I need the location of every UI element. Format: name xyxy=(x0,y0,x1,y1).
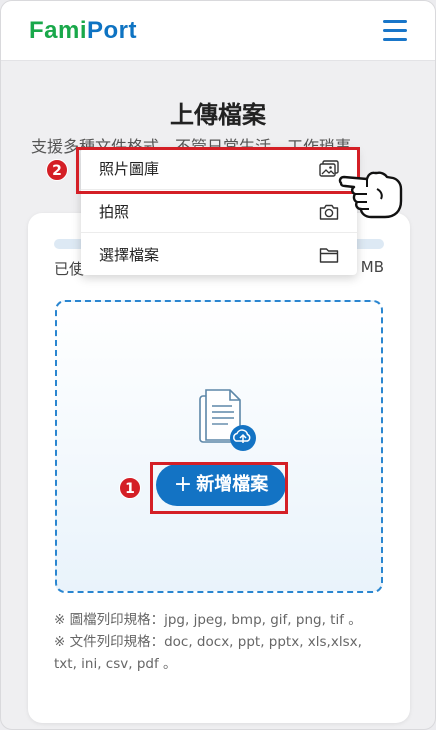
camera-icon xyxy=(319,204,339,220)
top-header: FamiPort xyxy=(1,1,435,61)
storage-unit-label: MB xyxy=(360,258,384,276)
menu-item-choose-file[interactable]: 選擇檔案 xyxy=(81,234,357,276)
step-2-badge: 2 xyxy=(46,159,68,181)
documents-upload-icon xyxy=(199,389,256,451)
logo-port-text: Port xyxy=(87,17,138,44)
app-screen: FamiPort 上傳檔案 支援多種文件格式，不管日常生活、工作瑣事, 已使 M… xyxy=(0,0,436,730)
hamburger-menu-icon[interactable] xyxy=(383,20,409,42)
pointing-hand-icon xyxy=(338,171,403,219)
page-title: 上傳檔案 xyxy=(170,101,266,129)
image-format-note: ※ 圖檔列印規格：jpg, jpeg, bmp, gif, png, tif 。 xyxy=(54,612,362,628)
highlight-box-add-file xyxy=(150,462,288,514)
menu-item-label: 拍照 xyxy=(99,203,130,221)
storage-used-label: 已使 xyxy=(54,260,85,278)
folder-icon xyxy=(319,248,339,263)
menu-item-take-photo[interactable]: 拍照 xyxy=(81,191,357,233)
menu-item-label: 選擇檔案 xyxy=(99,246,160,264)
logo-fami-text: Fami xyxy=(29,17,88,44)
famiport-logo[interactable]: FamiPort xyxy=(29,17,137,45)
step-1-badge: 1 xyxy=(119,477,141,499)
highlight-box-photo-gallery xyxy=(76,147,360,194)
upload-dropzone[interactable]: + 新增檔案 xyxy=(55,300,383,593)
format-notes: ※ 圖檔列印規格：jpg, jpeg, bmp, gif, png, tif 。… xyxy=(54,609,384,675)
doc-format-note: ※ 文件列印規格：doc, docx, ppt, pptx, xls,xlsx,… xyxy=(54,634,362,672)
